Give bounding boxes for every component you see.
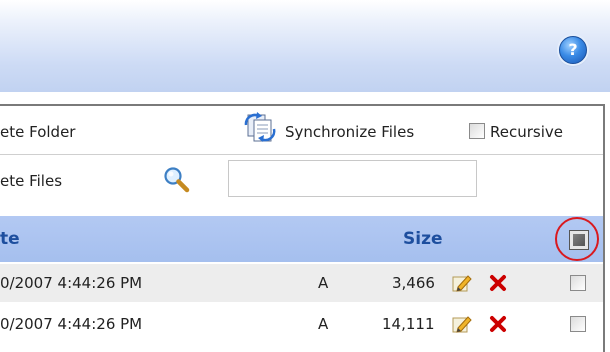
- delete-files-link[interactable]: ete Files: [0, 172, 62, 190]
- delete-folder-link[interactable]: ete Folder: [0, 123, 75, 141]
- file-manager-panel: ete Folder Synchronize Files Recursive e…: [0, 104, 605, 352]
- delete-icon[interactable]: [488, 314, 508, 334]
- row-attribute: A: [318, 315, 329, 333]
- grid-header: te Size: [0, 216, 603, 262]
- edit-icon[interactable]: [452, 273, 472, 293]
- table-row[interactable]: 0/2007 4:44:26 PM A 14,111: [0, 305, 603, 343]
- edit-icon[interactable]: [452, 314, 472, 334]
- delete-icon[interactable]: [488, 273, 508, 293]
- row-attribute: A: [318, 274, 329, 292]
- row-date: 0/2007 4:44:26 PM: [0, 315, 143, 333]
- column-header-date[interactable]: te: [0, 229, 20, 249]
- row-size: 3,466: [392, 274, 435, 292]
- row-checkbox[interactable]: [570, 275, 586, 291]
- row-date: 0/2007 4:44:26 PM: [0, 274, 143, 292]
- recursive-checkbox[interactable]: [469, 123, 485, 139]
- toolbar-divider: [0, 154, 603, 155]
- help-icon[interactable]: ?: [559, 36, 587, 64]
- highlight-circle: [555, 217, 599, 261]
- table-row[interactable]: 0/2007 4:44:26 PM A 3,466: [0, 264, 603, 302]
- search-input[interactable]: [228, 160, 477, 197]
- page-header: ?: [0, 0, 610, 92]
- search-icon[interactable]: [161, 165, 193, 193]
- row-size: 14,111: [382, 315, 435, 333]
- synchronize-files-link[interactable]: Synchronize Files: [285, 123, 414, 141]
- recursive-label: Recursive: [490, 123, 563, 141]
- synchronize-icon[interactable]: [243, 112, 277, 142]
- column-header-size[interactable]: Size: [403, 229, 443, 249]
- row-checkbox[interactable]: [570, 316, 586, 332]
